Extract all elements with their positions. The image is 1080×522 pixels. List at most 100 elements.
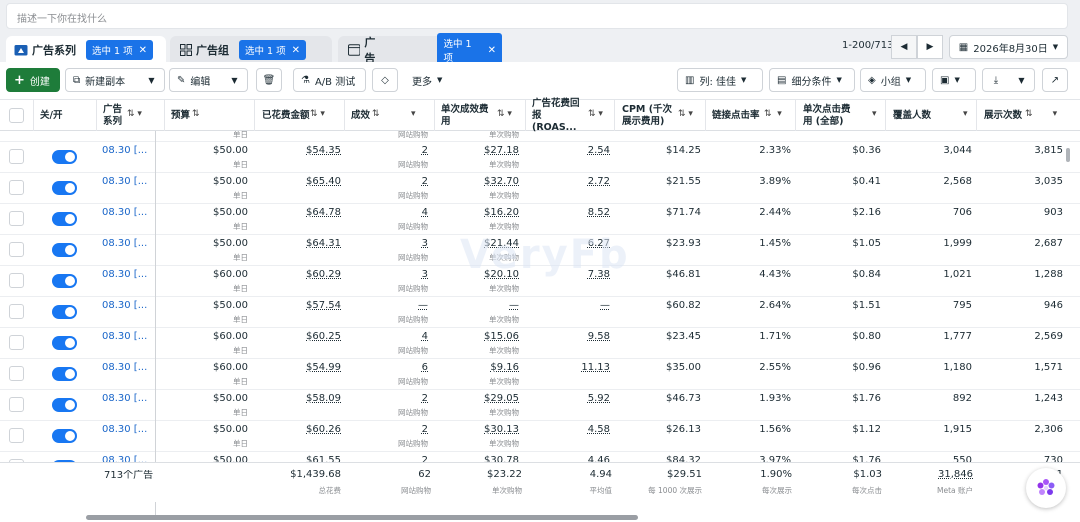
sort-icon[interactable]: ⇅ ▾ <box>310 109 325 119</box>
table-row[interactable]: 08.30 [... $50.00 单日 $58.09 2 网站购物 $29.05 单次购物 5… <box>0 390 1080 421</box>
edit-dropdown[interactable]: ▼ <box>222 68 248 92</box>
col-campaign[interactable]: 广告系列 <box>103 100 127 131</box>
row-checkbox[interactable] <box>9 366 24 381</box>
row-checkbox[interactable] <box>9 211 24 226</box>
status-toggle[interactable] <box>52 336 77 350</box>
chart-button[interactable]: ↗ <box>1042 68 1068 92</box>
col-cost-per-result[interactable]: 单次成效费用 <box>441 100 493 131</box>
col-cpm[interactable]: CPM (千次展示费用) <box>622 100 678 131</box>
tab-adsets[interactable]: 广告组 选中 1 项 ✕ <box>170 36 332 64</box>
status-toggle[interactable] <box>52 398 77 412</box>
delete-button[interactable]: 🗑 <box>256 68 282 92</box>
select-all-checkbox[interactable] <box>9 108 24 123</box>
duplicate-button[interactable]: ⧉ 新建副本 <box>65 68 140 92</box>
table-row[interactable]: 08.30 [... $50.00 单日 $65.40 2 网站购物 $32.70 单次购物 2… <box>0 173 1080 204</box>
chevron-right-icon: ▶ <box>926 42 934 52</box>
status-toggle[interactable] <box>52 274 77 288</box>
campaign-name-link[interactable]: 08.30 [... <box>102 300 147 311</box>
row-checkbox[interactable] <box>9 304 24 319</box>
col-reach[interactable]: 覆盖人数 <box>893 100 943 131</box>
columns-button[interactable]: ▥ 列: 佳佳 ▼ <box>677 68 763 92</box>
selection-chip[interactable]: 选中 1 项 ✕ <box>239 40 306 60</box>
sort-icon[interactable]: ⇅ ▾ <box>678 109 693 119</box>
row-checkbox[interactable] <box>9 335 24 350</box>
breakdown-button[interactable]: ▤ 细分条件 ▼ <box>769 68 855 92</box>
campaign-name-link[interactable]: 08.30 [... <box>102 238 147 249</box>
campaign-name-link[interactable]: 08.30 [... <box>102 176 147 187</box>
col-cpc[interactable]: 单次点击费用 (全部) <box>803 100 855 131</box>
sort-icon[interactable]: ⇅ ▾ <box>588 109 603 119</box>
sort-icon[interactable]: ⇅ <box>192 109 200 119</box>
campaign-name-link[interactable]: 08.30 [... <box>102 331 147 342</box>
breakdown-label: 细分条件 <box>791 76 832 88</box>
cell-budget: $50.00 <box>213 207 248 218</box>
col-roas[interactable]: 广告花费回报 (ROAS... <box>532 98 588 133</box>
status-toggle[interactable] <box>52 305 77 319</box>
row-checkbox[interactable] <box>9 242 24 257</box>
row-checkbox[interactable] <box>9 428 24 443</box>
status-toggle[interactable] <box>52 367 77 381</box>
status-toggle[interactable] <box>52 150 77 164</box>
row-checkbox[interactable] <box>9 180 24 195</box>
campaign-name-link[interactable]: 08.30 [... <box>102 207 147 218</box>
close-icon[interactable]: ✕ <box>292 45 300 56</box>
close-icon[interactable]: ✕ <box>139 45 147 56</box>
tag-button[interactable]: ◇ <box>372 68 398 92</box>
edit-button[interactable]: ✎ 编辑 <box>169 68 223 92</box>
cell-budget-sub: 单日 <box>233 377 248 386</box>
table-row[interactable]: 08.30 [... $50.00 单日 $60.26 2 网站购物 $30.13 单次购物 4… <box>0 421 1080 452</box>
sort-icon[interactable]: ⇅ ▾ <box>764 109 782 119</box>
sort-icon[interactable]: ⇅ ▾ <box>127 109 142 119</box>
table-row[interactable]: 08.30 [... $50.00 单日 $64.78 4 网站购物 $16.20 单次购物 8… <box>0 204 1080 235</box>
tab-ads[interactable]: 广告 选中 1 项 ✕ <box>338 33 502 67</box>
sort-icon[interactable]: ⇅ ▾ <box>1025 109 1057 119</box>
next-page-button[interactable]: ▶ <box>917 35 943 59</box>
create-button[interactable]: + 创建 <box>6 68 60 92</box>
cell-cpm: $14.25 <box>666 145 701 156</box>
status-toggle[interactable] <box>52 212 77 226</box>
vertical-scrollbar[interactable] <box>1066 148 1070 162</box>
tab-campaigns[interactable]: 广告系列 选中 1 项 ✕ <box>6 36 166 64</box>
table-row[interactable]: 08.30 [... $50.00 单日 $54.35 2 网站购物 $27.18 单次购物 2… <box>0 142 1080 173</box>
selection-chip[interactable]: 选中 1 项 ✕ <box>86 40 153 60</box>
cell-results: — <box>418 300 428 311</box>
status-toggle[interactable] <box>52 181 77 195</box>
table-row[interactable]: 08.30 [... $60.00 单日 $54.99 6 网站购物 $9.16 单次购物 11… <box>0 359 1080 390</box>
search-input[interactable]: 描述一下你在找什么 <box>6 3 1068 29</box>
campaign-name-link[interactable]: 08.30 [... <box>102 269 147 280</box>
reports-button[interactable]: ▣ ▼ <box>932 68 976 92</box>
campaign-name-link[interactable]: 08.30 [... <box>102 424 147 435</box>
horizontal-scrollbar[interactable] <box>86 515 638 520</box>
campaign-name-link[interactable]: 08.30 [... <box>102 145 147 156</box>
chevron-down-icon: ▼ <box>1018 75 1025 85</box>
row-checkbox[interactable] <box>9 149 24 164</box>
more-button[interactable]: 更多 ▼ <box>405 68 455 92</box>
close-icon[interactable]: ✕ <box>488 45 496 56</box>
campaign-name-link[interactable]: 08.30 [... <box>102 362 147 373</box>
row-checkbox[interactable] <box>9 273 24 288</box>
group-button[interactable]: ◈ 小组 ▼ <box>860 68 926 92</box>
status-toggle[interactable] <box>52 243 77 257</box>
row-checkbox[interactable] <box>9 397 24 412</box>
assistant-button[interactable] <box>1026 468 1066 508</box>
cell-impr: 1,571 <box>1034 362 1063 373</box>
duplicate-dropdown[interactable]: ▼ <box>139 68 165 92</box>
ab-test-button[interactable]: ⚗ A/B 测试 <box>293 68 366 92</box>
chevron-down-icon: ▼ <box>1052 43 1059 51</box>
col-ctr[interactable]: 链接点击率 <box>712 100 762 131</box>
sort-icon[interactable]: ▾ <box>872 109 877 119</box>
date-picker[interactable]: ▦ 2026年8月30日 ▼ <box>949 35 1068 59</box>
sort-icon[interactable]: ⇅ ▾ <box>497 109 512 119</box>
table-row[interactable]: 08.30 [... $60.00 单日 $60.25 4 网站购物 $15.06 单次购物 9… <box>0 328 1080 359</box>
status-toggle[interactable] <box>52 429 77 443</box>
export-button[interactable]: ⤓ <box>982 68 1010 92</box>
sort-icon[interactable]: ▾ <box>963 109 968 119</box>
sort-icon[interactable]: ⇅ ▾ <box>372 109 416 119</box>
prev-page-button[interactable]: ◀ <box>891 35 917 59</box>
cell-cpc: $0.36 <box>852 145 881 156</box>
col-toggle[interactable]: 关/开 <box>40 100 90 131</box>
col-impressions[interactable]: 展示次数 <box>984 100 1024 131</box>
table-row[interactable]: 08.30 [... $50.00 单日 $57.54 — 网站购物 — 单次购物 — $60.8… <box>0 297 1080 328</box>
export-dropdown[interactable]: ▼ <box>1009 68 1035 92</box>
campaign-name-link[interactable]: 08.30 [... <box>102 393 147 404</box>
